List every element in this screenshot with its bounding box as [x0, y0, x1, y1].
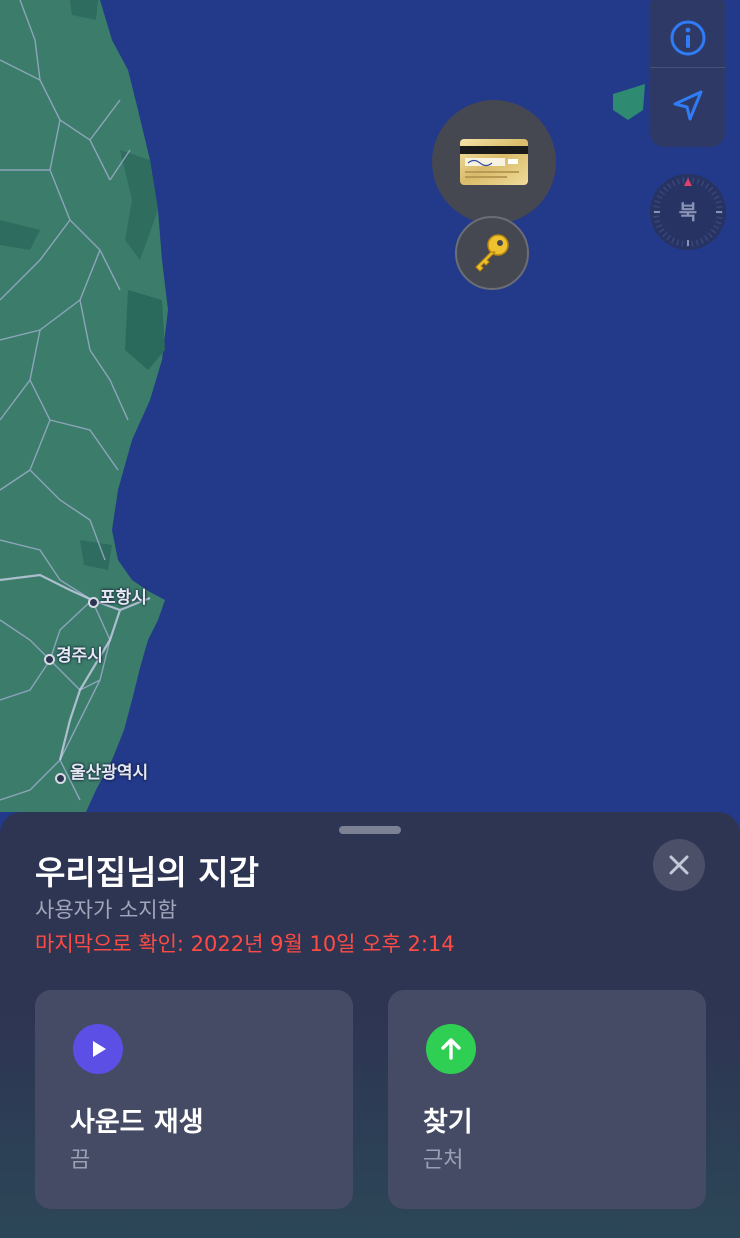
arrow-up-icon	[441, 1038, 461, 1060]
key-icon	[475, 234, 509, 272]
wallet-pin[interactable]	[432, 100, 556, 224]
city-dot	[55, 773, 66, 784]
map-info-button[interactable]	[650, 0, 725, 67]
play-icon	[93, 1041, 106, 1057]
play-sound-status: 끔	[70, 1148, 91, 1173]
city-dot	[44, 654, 55, 665]
info-circle-icon	[670, 20, 705, 55]
location-arrow-icon	[673, 90, 702, 120]
credit-card-icon	[460, 139, 528, 185]
find-status: 근처	[423, 1148, 464, 1173]
arrow-up-icon-badge	[426, 1024, 476, 1074]
current-location-button[interactable]	[650, 68, 725, 143]
item-title: 우리집님의 지갑	[35, 853, 260, 892]
key-pin[interactable]	[455, 216, 529, 290]
find-label: 찾기	[423, 1107, 473, 1138]
city-label-pohang[interactable]: 포항시	[100, 583, 147, 608]
item-owner-status: 사용자가 소지함	[35, 898, 177, 922]
close-icon	[669, 855, 689, 875]
city-label-ulsan[interactable]: 울산광역시	[70, 758, 148, 783]
play-sound-card[interactable]: 사운드 재생 끔	[35, 990, 353, 1209]
compass-north-label: 북	[678, 200, 698, 224]
city-dot	[88, 597, 99, 608]
find-card[interactable]: 찾기 근처	[388, 990, 706, 1209]
item-detail-sheet[interactable]: 우리집님의 지갑 사용자가 소지함 마지막으로 확인: 2022년 9월 10일…	[0, 812, 740, 1238]
sheet-grabber[interactable]	[339, 826, 401, 834]
close-button[interactable]	[653, 839, 705, 891]
city-label-gyeongju[interactable]: 경주시	[56, 641, 103, 666]
item-last-seen: 마지막으로 확인: 2022년 9월 10일 오후 2:14	[35, 932, 455, 956]
play-icon-badge	[73, 1024, 123, 1074]
play-sound-label: 사운드 재생	[70, 1107, 204, 1138]
map-control-panel	[650, 0, 725, 147]
compass-button[interactable]: 북	[650, 174, 726, 250]
